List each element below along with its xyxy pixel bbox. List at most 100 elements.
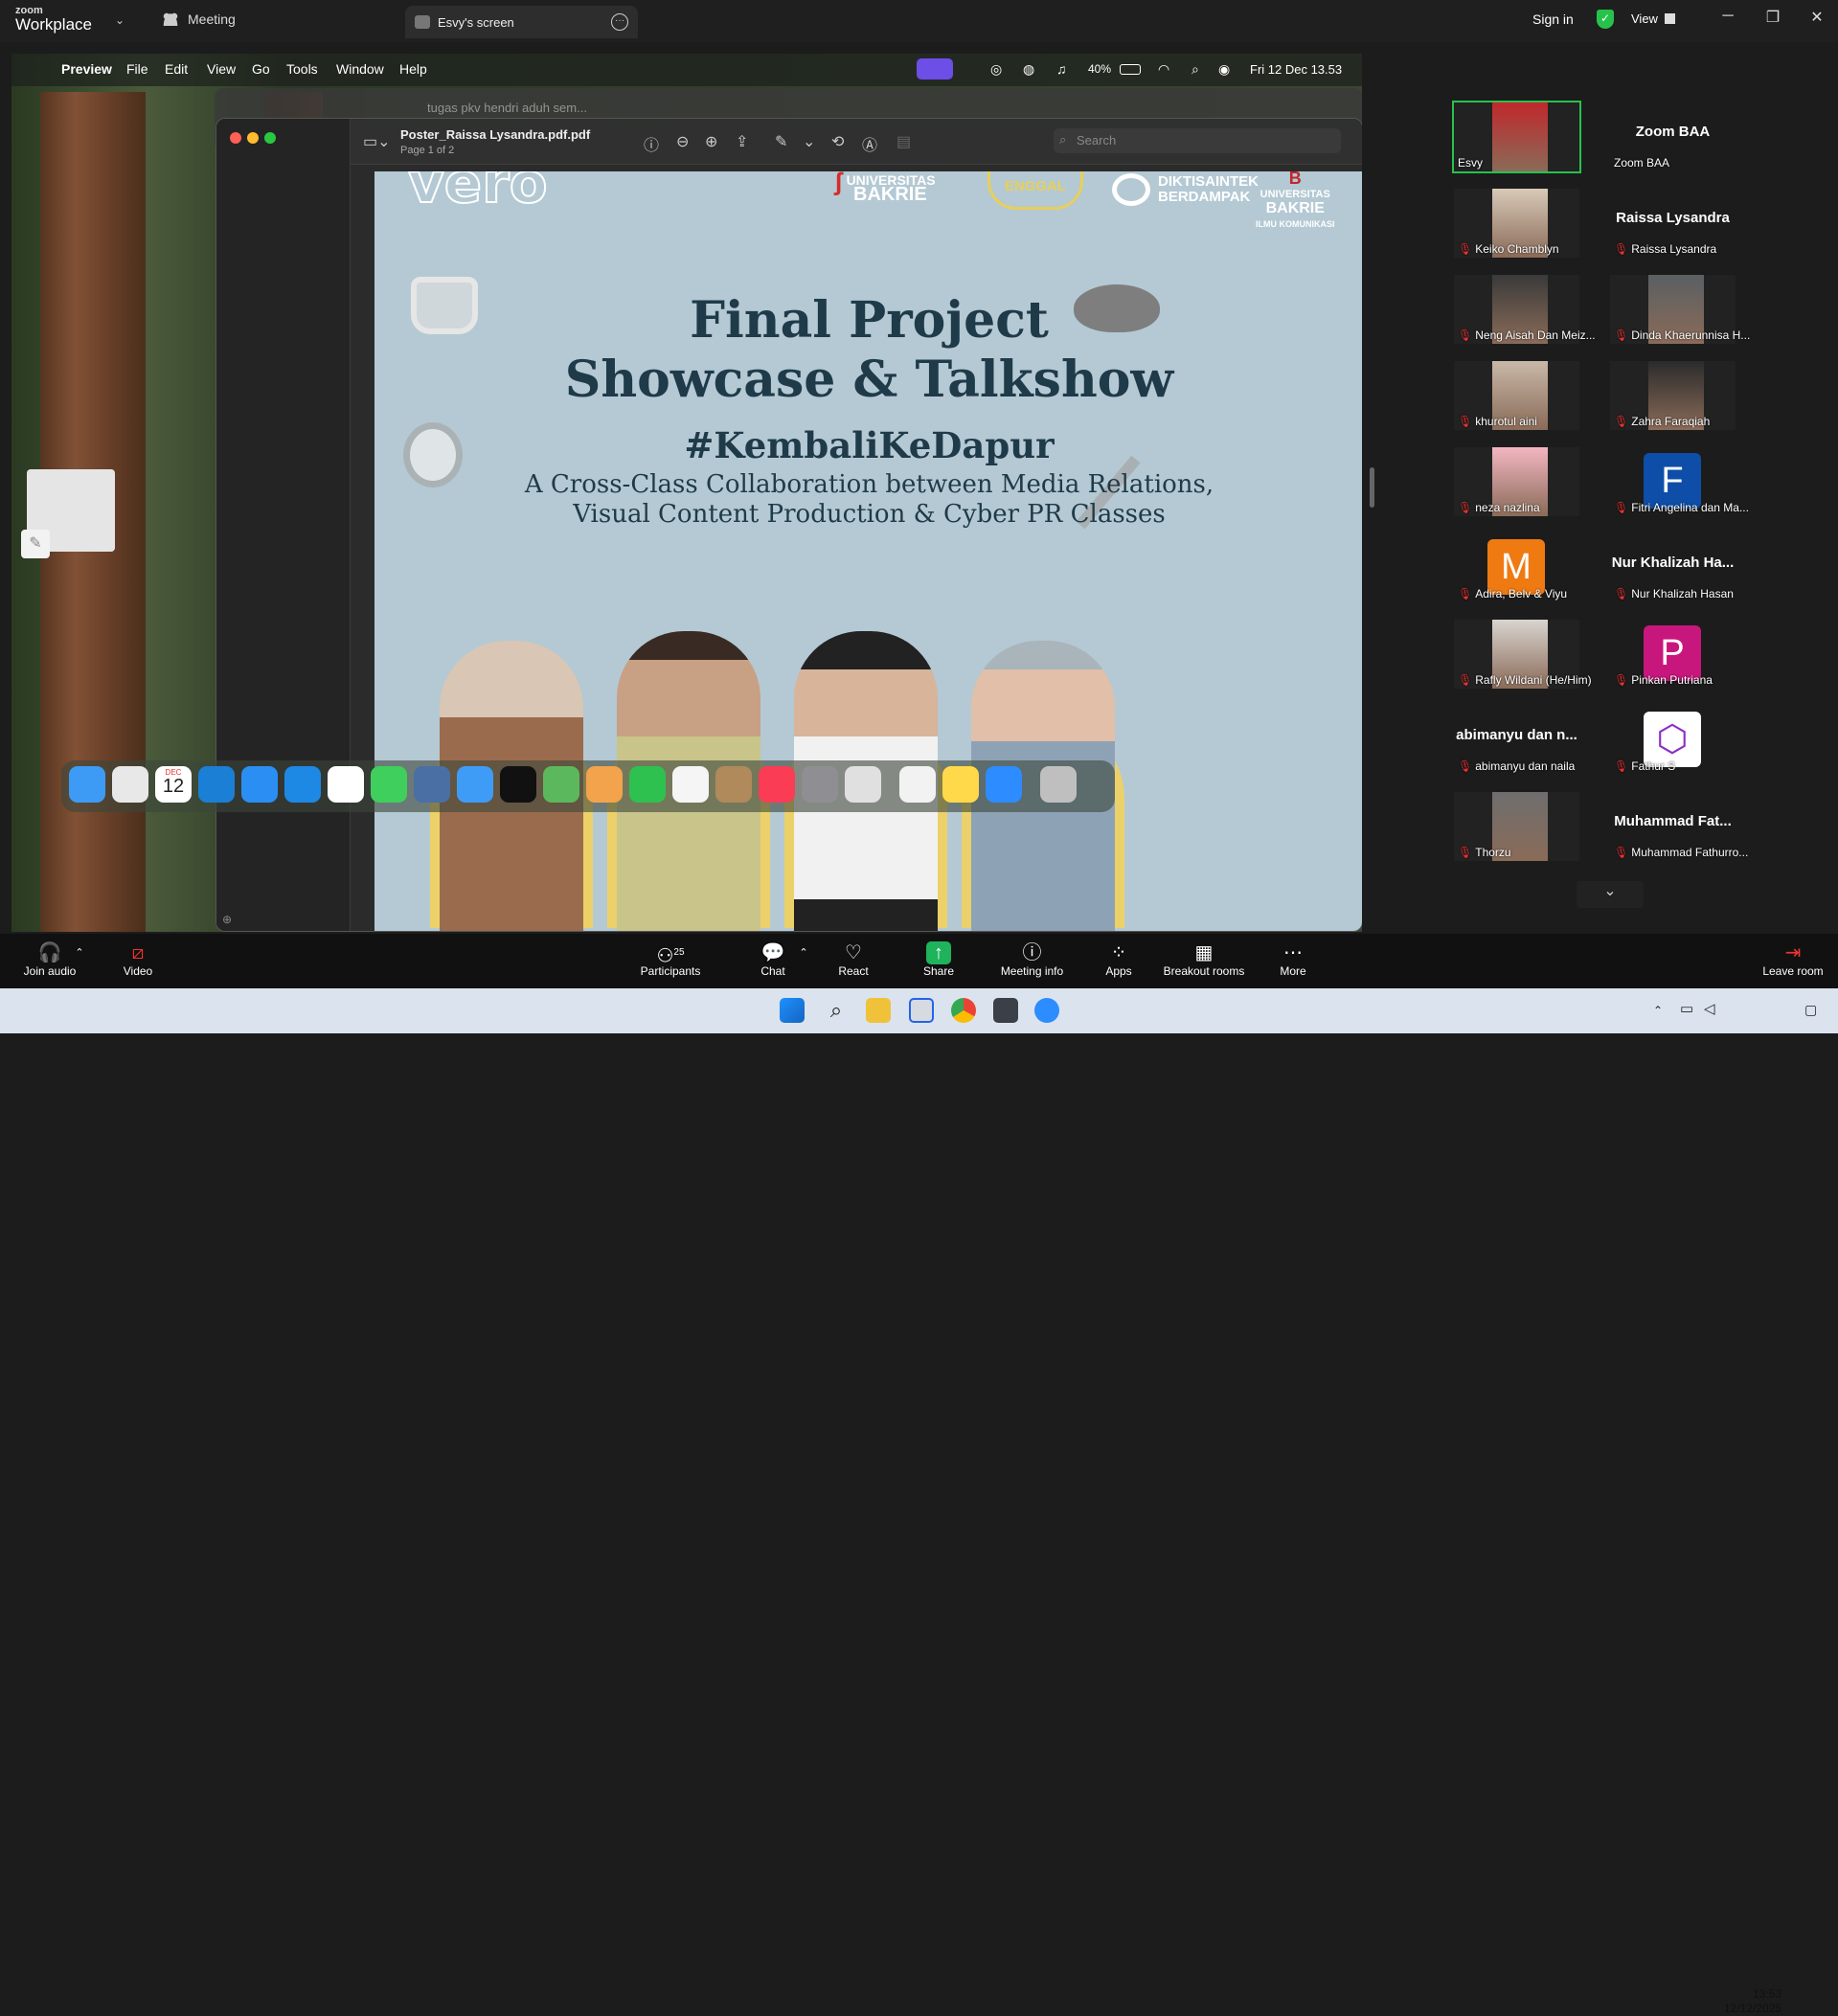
globe-icon[interactable]: ◍ (1023, 61, 1034, 78)
menu-view[interactable]: View (207, 61, 236, 77)
participant-tile[interactable]: Nur Khalizah Ha... 🎙 Nur Khalizah Hasan (1610, 533, 1736, 602)
trash-icon[interactable] (1040, 766, 1077, 803)
window-close-button[interactable] (230, 132, 241, 144)
info-icon[interactable]: ⓘ (644, 132, 659, 155)
share-icon[interactable]: ⇪ (736, 132, 748, 151)
participant-tile[interactable]: 🎙 Zahra Faraqiah (1610, 361, 1736, 430)
sign-in-button[interactable]: Sign in (1532, 11, 1574, 27)
sidebar-toggle-icon[interactable]: ▭⌄ (363, 132, 391, 151)
calendar-icon[interactable]: DEC 12 (155, 766, 192, 803)
menu-go[interactable]: Go (252, 61, 270, 77)
markup-pen-icon[interactable]: ✎ (775, 132, 787, 151)
chrome-icon[interactable] (951, 998, 976, 1023)
obs-icon[interactable] (993, 998, 1018, 1023)
chevron-down-icon[interactable]: ⌄ (803, 132, 815, 151)
participant-tile[interactable]: ⬡ 🎙 Fathur S (1610, 706, 1736, 775)
contacts-icon[interactable] (715, 766, 752, 803)
zoom-out-icon[interactable]: ⊖ (676, 132, 689, 151)
tab-shared-screen[interactable]: Esvy's screen ··· (405, 6, 638, 38)
minimize-button[interactable]: ─ (1713, 8, 1742, 25)
share-button[interactable]: ↑ Share (919, 941, 958, 978)
chrome-icon[interactable] (328, 766, 364, 803)
participants-button[interactable]: ⚇25 Participants (632, 941, 709, 978)
taskbar-clock[interactable]: 13:53 12/12/2025 (1724, 1987, 1781, 2016)
safari-icon[interactable] (241, 766, 278, 803)
chat-button[interactable]: 💬 Chat (754, 941, 792, 978)
menu-window[interactable]: Window (336, 61, 384, 77)
file-explorer-icon[interactable] (866, 998, 891, 1023)
participant-tile[interactable]: abimanyu dan n... 🎙 abimanyu dan naila (1454, 706, 1579, 775)
more-button[interactable]: ⋯ More (1277, 941, 1309, 978)
participant-tile[interactable]: F 🎙 Fitri Angelina dan Ma... (1610, 447, 1749, 516)
snipping-tool-icon[interactable] (909, 998, 934, 1023)
chat-options-chevron[interactable]: ⌃ (797, 941, 810, 964)
participant-tile[interactable]: 🎙 Rafly Wildani (He/Him) (1454, 620, 1592, 689)
headphones-icon[interactable]: ♫ (1056, 61, 1067, 77)
mail-icon[interactable] (457, 766, 493, 803)
maximize-button[interactable]: ❐ (1759, 8, 1787, 27)
view-button[interactable]: View (1631, 11, 1675, 26)
participant-tile[interactable]: 🎙 Neng Aisah Dan Meiz... (1454, 275, 1596, 344)
edge-icon[interactable] (198, 766, 235, 803)
network-icon[interactable]: ▭ (1680, 1000, 1693, 1017)
zoom-in-icon[interactable]: ⊕ (705, 132, 717, 151)
search-input[interactable]: ⌕ Search (1054, 128, 1341, 153)
zoom-icon[interactable] (1034, 998, 1059, 1023)
add-page-icon[interactable]: ⊕ (222, 913, 232, 926)
video-button[interactable]: ⧄ Video (119, 941, 157, 978)
maps-icon[interactable] (543, 766, 579, 803)
leave-room-button[interactable]: ⇥ Leave room (1760, 941, 1826, 978)
volume-icon[interactable]: ◁ (1704, 1000, 1715, 1017)
participant-tile[interactable]: 🎙 Dinda Khaerunnisa H... (1610, 275, 1750, 344)
menu-help[interactable]: Help (399, 61, 427, 77)
audio-options-chevron[interactable]: ⌃ (73, 941, 86, 964)
iphone-mirroring-icon[interactable] (845, 766, 881, 803)
music-icon[interactable] (759, 766, 795, 803)
screen-mirror-icon[interactable] (917, 58, 953, 79)
participant-tile[interactable]: P 🎙 Pinkan Putriana (1610, 620, 1736, 689)
join-audio-button[interactable]: 🎧 Join audio (21, 941, 79, 978)
control-center-icon[interactable]: ◉ (1218, 61, 1230, 78)
launchpad-icon[interactable] (112, 766, 148, 803)
participant-tile[interactable]: 🎙 Keiko Chamblyn (1454, 189, 1579, 258)
zoom-icon[interactable] (986, 766, 1022, 803)
facetime-icon[interactable] (629, 766, 666, 803)
notes-icon[interactable] (942, 766, 979, 803)
participant-tile[interactable]: 🎙 neza nazlina (1454, 447, 1579, 516)
chevron-down-icon[interactable]: ⌄ (115, 13, 125, 27)
window-zoom-button[interactable] (264, 132, 276, 144)
zoom-logo[interactable]: zoom Workplace (15, 6, 92, 34)
participant-tile[interactable]: Esvy (1452, 101, 1581, 173)
form-fill-icon[interactable]: ▤ (896, 132, 911, 151)
participant-tile[interactable]: Muhammad Fat... 🎙 Muhammad Fathurro... (1610, 792, 1748, 861)
meeting-info-button[interactable]: ⓘ Meeting info (996, 941, 1068, 978)
participant-tile[interactable]: Zoom BAA Zoom BAA (1610, 102, 1736, 171)
messages-icon[interactable] (371, 766, 407, 803)
splitter-handle[interactable] (1370, 467, 1374, 508)
markup-icon[interactable]: Ⓐ (862, 132, 877, 155)
window-minimize-button[interactable] (247, 132, 259, 144)
participant-tile[interactable]: M 🎙 Adira, Belv & Viyu (1454, 533, 1579, 602)
tv-icon[interactable] (500, 766, 536, 803)
notification-icon[interactable]: ▢ (1804, 1002, 1817, 1018)
preview-icon[interactable] (414, 766, 450, 803)
reminders-icon[interactable] (672, 766, 709, 803)
search-icon[interactable]: ⌕ (824, 998, 849, 1023)
rotate-icon[interactable]: ⟲ (831, 132, 844, 151)
menu-tools[interactable]: Tools (286, 61, 318, 77)
start-icon[interactable] (780, 998, 805, 1023)
apps-button[interactable]: ⁘ Apps (1103, 941, 1134, 978)
menu-file[interactable]: File (126, 61, 148, 77)
breakout-rooms-button[interactable]: ▦ Breakout rooms (1161, 941, 1247, 978)
grammarly-icon[interactable]: ◎ (990, 61, 1002, 78)
menu-edit[interactable]: Edit (165, 61, 188, 77)
search-icon[interactable]: ⌕ (1191, 61, 1199, 78)
settings-icon[interactable] (802, 766, 838, 803)
photos-icon[interactable] (586, 766, 623, 803)
appstore-icon[interactable] (284, 766, 321, 803)
gallery-next-page-button[interactable]: ⌄ (1577, 881, 1644, 908)
participant-tile[interactable]: 🎙 khurotul aini (1454, 361, 1579, 430)
participant-tile[interactable]: 🎙 Thorzu (1454, 792, 1579, 861)
more-options-icon[interactable]: ··· (611, 13, 628, 31)
chevron-up-icon[interactable]: ⌃ (1653, 1004, 1663, 1017)
